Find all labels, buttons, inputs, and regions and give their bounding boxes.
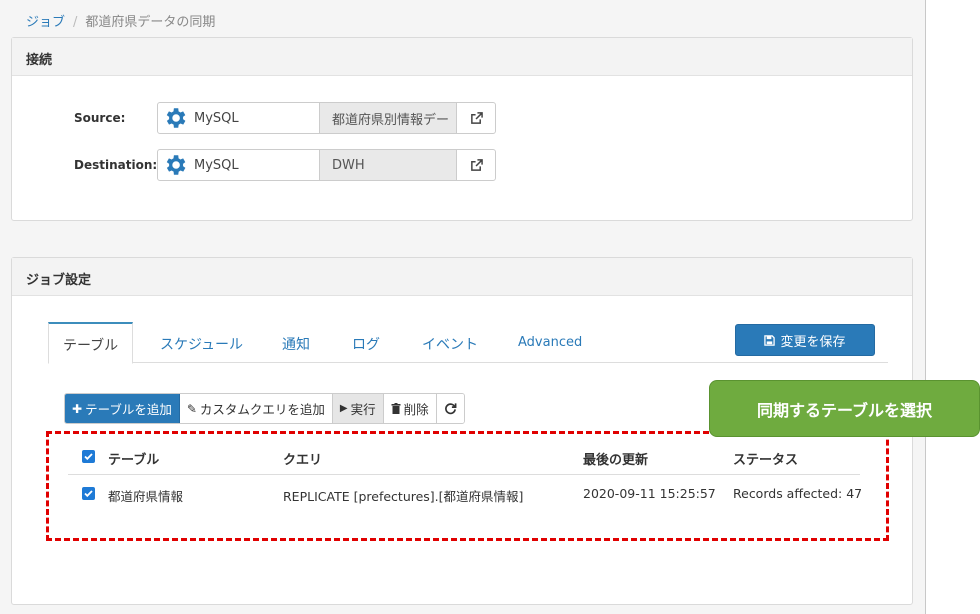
- breadcrumb: ジョブ / 都道府県データの同期: [26, 11, 215, 30]
- tab-logs[interactable]: ログ: [352, 322, 380, 363]
- tab-events[interactable]: イベント: [422, 322, 478, 363]
- save-changes-label: 変更を保存: [780, 334, 846, 350]
- floppy-disk-icon: [764, 334, 776, 346]
- add-table-label: テーブルを追加: [85, 402, 172, 417]
- tab-schedule[interactable]: スケジュール: [160, 322, 243, 363]
- destination-database: DWH: [320, 150, 457, 180]
- destination-type: MySQL: [194, 157, 239, 173]
- refresh-button[interactable]: [436, 394, 464, 423]
- highlight-box: [46, 431, 889, 541]
- tab-tables[interactable]: テーブル: [48, 322, 134, 364]
- source-connection-group: MySQL 都道府県別情報デー: [157, 102, 496, 134]
- table-toolbar: ✚ テーブルを追加 ✎ カスタムクエリを追加 ▶ 実行 削除: [64, 393, 465, 424]
- destination-label: Destination:: [74, 158, 158, 172]
- tab-notifications[interactable]: 通知: [282, 322, 310, 363]
- plus-icon: ✚: [72, 401, 83, 416]
- source-database: 都道府県別情報デー: [320, 103, 457, 133]
- destination-row: Destination: MySQL DWH: [12, 149, 912, 181]
- breadcrumb-root-link[interactable]: ジョブ: [26, 15, 65, 30]
- save-changes-button[interactable]: 変更を保存: [735, 324, 875, 356]
- source-row: Source: MySQL 都道府県別情報デー: [12, 102, 912, 134]
- destination-connection-group: MySQL DWH: [157, 149, 496, 181]
- external-link-icon: [470, 111, 483, 124]
- source-connection-select[interactable]: MySQL: [158, 103, 320, 133]
- refresh-icon: [444, 403, 457, 415]
- source-open-link-button[interactable]: [457, 103, 495, 133]
- job-settings-panel-title: ジョブ設定: [12, 258, 912, 296]
- trash-icon: [391, 403, 401, 414]
- add-custom-query-label: カスタムクエリを追加: [199, 402, 325, 417]
- source-label: Source:: [74, 111, 126, 125]
- add-table-button[interactable]: ✚ テーブルを追加: [65, 394, 180, 423]
- source-type: MySQL: [194, 110, 239, 126]
- tab-advanced[interactable]: Advanced: [518, 322, 582, 363]
- delete-button[interactable]: 削除: [383, 394, 437, 423]
- destination-open-link-button[interactable]: [457, 150, 495, 180]
- gear-icon: [166, 155, 186, 175]
- external-link-icon: [470, 158, 483, 171]
- add-custom-query-button[interactable]: ✎ カスタムクエリを追加: [179, 394, 333, 423]
- callout-note: 同期するテーブルを選択: [709, 380, 980, 437]
- gear-icon: [166, 108, 186, 128]
- run-button[interactable]: ▶ 実行: [332, 394, 384, 423]
- connection-panel-title: 接続: [12, 38, 912, 76]
- edit-icon: ✎: [186, 401, 197, 416]
- destination-connection-select[interactable]: MySQL: [158, 150, 320, 180]
- play-icon: ▶: [339, 403, 348, 414]
- breadcrumb-current: 都道府県データの同期: [85, 15, 216, 30]
- run-label: 実行: [350, 402, 376, 417]
- breadcrumb-separator: /: [73, 15, 78, 30]
- delete-label: 削除: [403, 402, 429, 417]
- connection-panel: 接続 Source: MySQL 都道府県別情報デー Destination: …: [11, 37, 913, 221]
